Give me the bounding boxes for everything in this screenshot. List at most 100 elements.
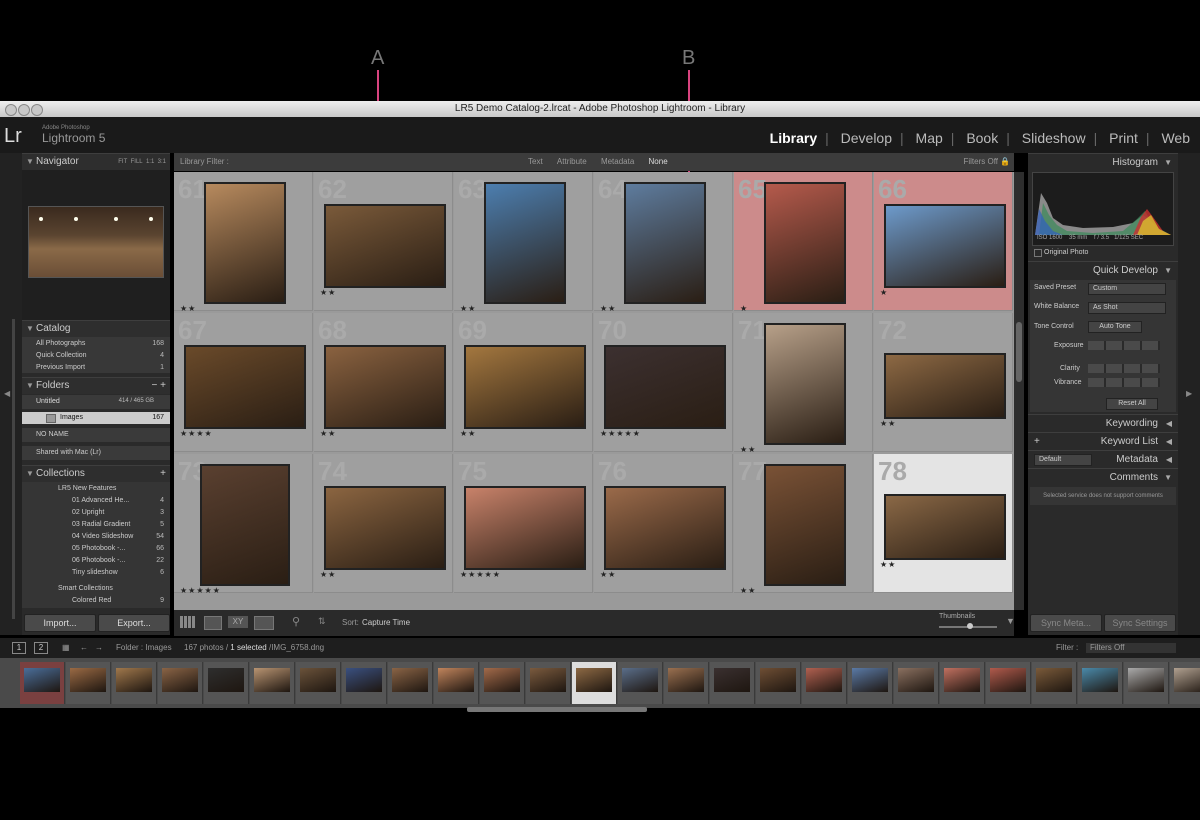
photo-thumbnail[interactable]	[324, 345, 446, 429]
sort-direction-icon[interactable]: ⇅	[318, 616, 326, 627]
grid-cell[interactable]: 67 ★★★★	[174, 313, 313, 452]
forward-arrow-icon[interactable]: →	[95, 638, 103, 658]
filmstrip-thumbnail[interactable]	[1032, 662, 1077, 704]
photo-thumbnail[interactable]	[204, 182, 286, 304]
navigator-preview[interactable]	[22, 170, 170, 320]
collapse-left-icon[interactable]: ◀	[4, 389, 10, 398]
filmstrip-thumbnail[interactable]	[66, 662, 111, 704]
filter-text[interactable]: Text	[528, 157, 543, 166]
collection-item[interactable]: 02 Upright	[72, 509, 104, 516]
loupe-view-icon[interactable]	[204, 616, 222, 630]
original-photo-checkbox[interactable]	[1034, 249, 1042, 257]
filmstrip-thumbnail[interactable]	[112, 662, 157, 704]
grid-cell[interactable]: 64 ★★	[594, 172, 733, 313]
filmstrip-thumbnail[interactable]	[664, 662, 709, 704]
photo-thumbnail[interactable]	[764, 464, 846, 586]
filters-off[interactable]: Filters Off	[963, 153, 998, 171]
photo-thumbnail[interactable]	[184, 345, 306, 429]
filmstrip-thumbnail[interactable]	[526, 662, 571, 704]
collection-item[interactable]: 05 Photobook -...	[72, 545, 125, 552]
collections-header[interactable]: ▼ Collections +	[22, 465, 170, 482]
keywording-header[interactable]: Keywording ◀	[1028, 414, 1178, 433]
filmstrip-thumbnail[interactable]	[940, 662, 985, 704]
filmstrip-filter-select[interactable]: Filters Off	[1086, 643, 1176, 653]
navigator-header[interactable]: ▼ Navigator FIT FILL 1:1 3:1	[22, 153, 170, 170]
filmstrip[interactable]	[0, 658, 1200, 708]
metadata-header[interactable]: Default Metadata ◀	[1028, 450, 1178, 469]
thumbnail-size-slider[interactable]	[939, 623, 997, 629]
catalog-all-photographs[interactable]: All Photographs	[36, 340, 85, 347]
zoom-fit[interactable]: FIT	[118, 159, 127, 165]
screen1-button[interactable]: 1	[12, 642, 26, 654]
smart-collections-set[interactable]: Smart Collections	[58, 585, 113, 592]
collections-add-icon[interactable]: +	[160, 466, 166, 482]
collection-set-lr5[interactable]: LR5 New Features	[58, 485, 116, 492]
grid-cell[interactable]: 78 ★★	[874, 454, 1013, 593]
close-window-button[interactable]	[5, 104, 17, 116]
zoom-window-button[interactable]	[31, 104, 43, 116]
photo-thumbnail[interactable]	[324, 204, 446, 288]
grid-cell[interactable]: 77 ★★	[734, 454, 873, 595]
grid-icon[interactable]: ▦	[62, 638, 70, 658]
quick-develop-header[interactable]: Quick Develop ▼	[1028, 261, 1178, 280]
grid-view-icon[interactable]	[180, 616, 196, 628]
survey-view-icon[interactable]	[254, 616, 274, 630]
star-rating[interactable]: ★★	[180, 304, 196, 313]
photo-thumbnail[interactable]	[324, 486, 446, 570]
filmstrip-thumbnail[interactable]	[296, 662, 341, 704]
star-rating[interactable]: ★★★★★	[600, 429, 641, 438]
filmstrip-scrollbar[interactable]	[467, 707, 647, 712]
collection-item[interactable]: 01 Advanced He...	[72, 497, 129, 504]
vibrance-buttons[interactable]	[1088, 378, 1160, 387]
filmstrip-thumbnail[interactable]	[434, 662, 479, 704]
photo-thumbnail[interactable]	[464, 486, 586, 570]
grid-cell[interactable]: 62 ★★	[314, 172, 453, 311]
comments-header[interactable]: Comments ▼	[1028, 468, 1178, 487]
filmstrip-path[interactable]: Folder : Images	[116, 638, 172, 658]
filmstrip-thumbnail[interactable]	[894, 662, 939, 704]
star-rating[interactable]: ★	[880, 288, 888, 297]
catalog-previous-import[interactable]: Previous Import	[36, 364, 85, 371]
star-rating[interactable]: ★★	[880, 419, 896, 428]
photo-thumbnail[interactable]	[764, 323, 846, 445]
filmstrip-thumbnail[interactable]	[848, 662, 893, 704]
reset-all-button[interactable]: Reset All	[1106, 398, 1158, 410]
module-slideshow[interactable]: Slideshow	[1022, 130, 1086, 146]
module-library[interactable]: Library	[770, 130, 817, 146]
filter-attribute[interactable]: Attribute	[557, 157, 587, 166]
filmstrip-thumbnail[interactable]	[1124, 662, 1169, 704]
sort-select[interactable]: Capture Time	[362, 618, 410, 627]
photo-thumbnail[interactable]	[624, 182, 706, 304]
photo-thumbnail[interactable]	[604, 486, 726, 570]
folders-add-icon[interactable]: − +	[152, 378, 166, 394]
star-rating[interactable]: ★★	[460, 429, 476, 438]
import-button[interactable]: Import...	[24, 614, 96, 632]
photo-thumbnail[interactable]	[604, 345, 726, 429]
module-develop[interactable]: Develop	[841, 130, 892, 146]
export-button[interactable]: Export...	[98, 614, 170, 632]
filmstrip-thumbnail[interactable]	[802, 662, 847, 704]
drive-no-name[interactable]: NO NAME	[36, 431, 69, 438]
white-balance-select[interactable]: As Shot	[1088, 302, 1166, 314]
grid-scrollbar[interactable]	[1014, 172, 1024, 610]
grid-cell[interactable]: 65 ★	[734, 172, 873, 313]
filmstrip-thumbnail[interactable]	[572, 662, 617, 704]
star-rating[interactable]: ★	[740, 304, 748, 313]
star-rating[interactable]: ★★	[460, 304, 476, 313]
star-rating[interactable]: ★★	[320, 429, 336, 438]
star-rating[interactable]: ★★	[740, 586, 756, 595]
saved-preset-select[interactable]: Custom	[1088, 283, 1166, 295]
collection-item[interactable]: 06 Photobook -...	[72, 557, 125, 564]
filmstrip-thumbnail[interactable]	[986, 662, 1031, 704]
filmstrip-thumbnail[interactable]	[1170, 662, 1200, 704]
back-arrow-icon[interactable]: ←	[80, 638, 88, 658]
grid-cell[interactable]: 72 ★★	[874, 313, 1013, 452]
catalog-header[interactable]: ▼ Catalog	[22, 320, 170, 337]
photo-thumbnail[interactable]	[464, 345, 586, 429]
photo-thumbnail[interactable]	[764, 182, 846, 304]
grid-cell[interactable]: 76 ★★	[594, 454, 733, 593]
star-rating[interactable]: ★★	[600, 304, 616, 313]
photo-thumbnail[interactable]	[200, 464, 290, 586]
filter-metadata[interactable]: Metadata	[601, 157, 634, 166]
filmstrip-thumbnail[interactable]	[710, 662, 755, 704]
